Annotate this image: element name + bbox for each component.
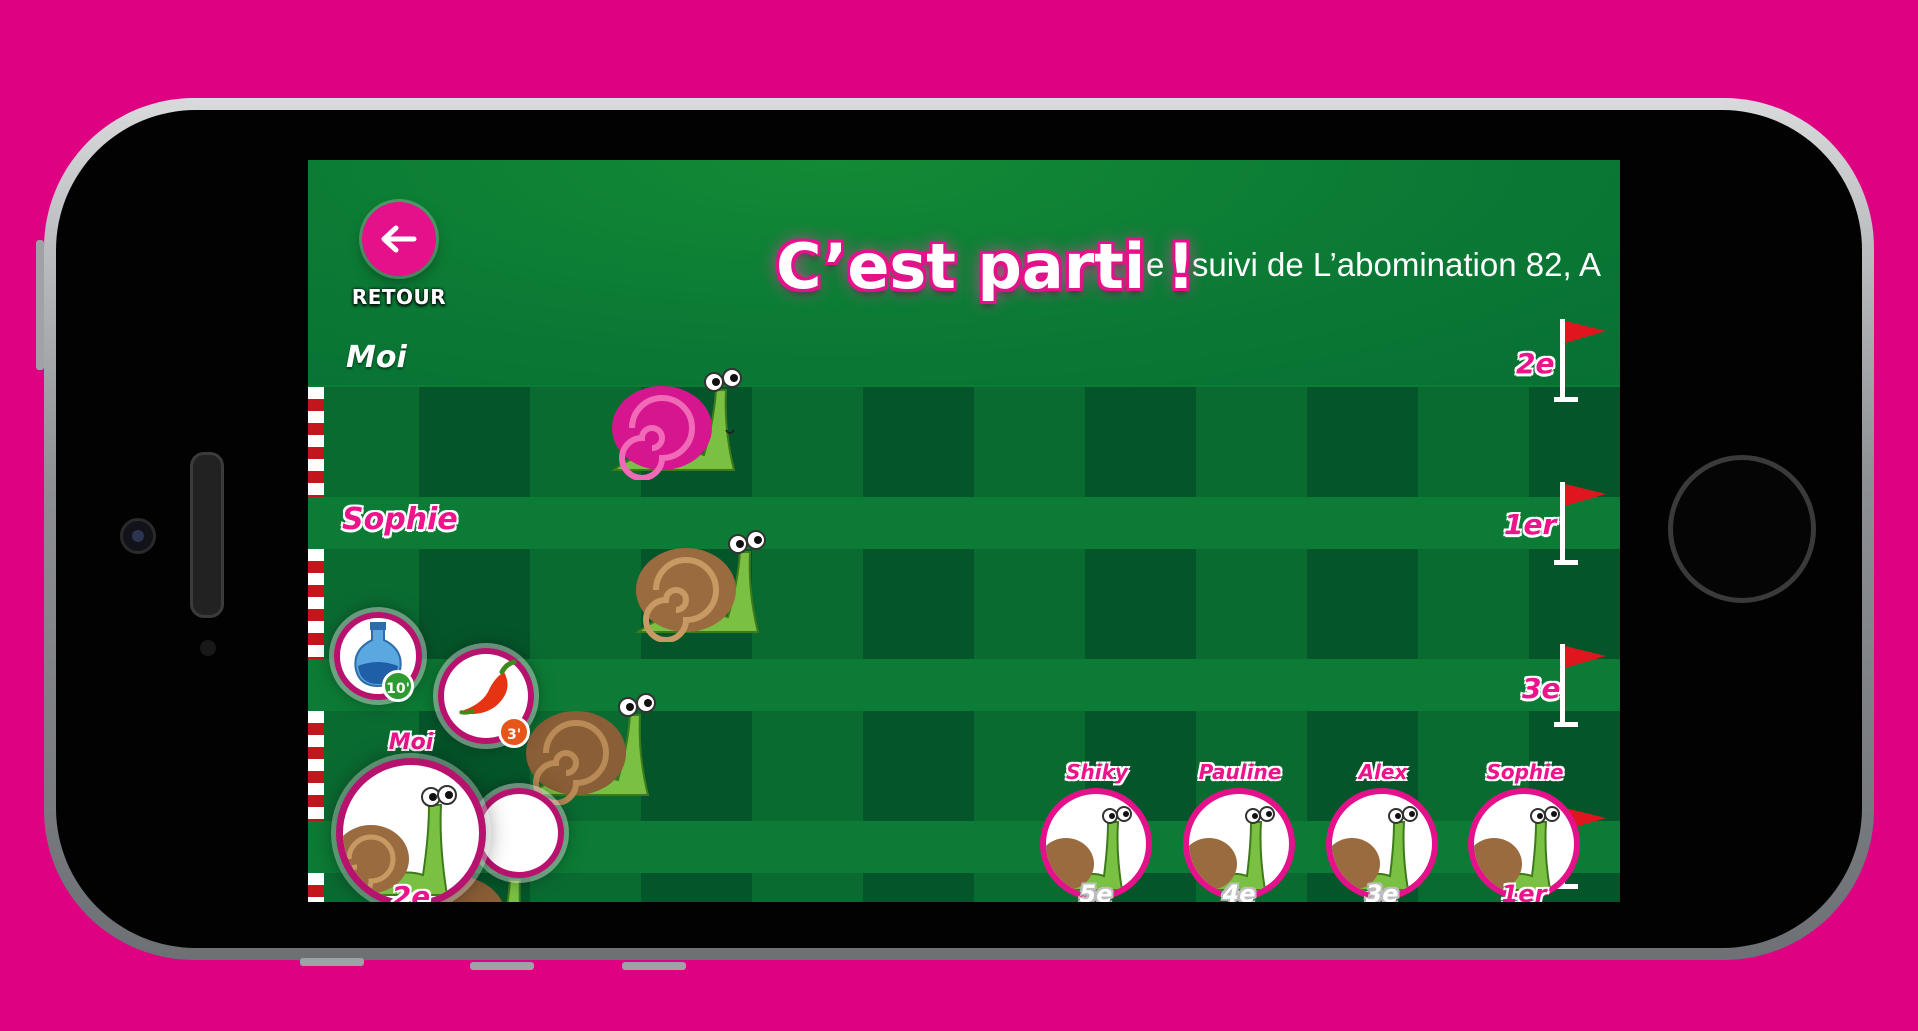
player-name: Shiky [1066, 760, 1128, 784]
volume-up-button [300, 958, 364, 966]
lane-rank: 1er [1504, 508, 1557, 541]
back-button[interactable] [362, 202, 436, 276]
race-lane-2 [308, 549, 1620, 659]
powerup-timer-badge: 3' [498, 716, 530, 748]
player-name: Sophie [1486, 760, 1564, 784]
player-card-pauline: Pauline 4e [1183, 760, 1297, 902]
snail-pink-icon [610, 368, 742, 480]
player-rank: 3e [1365, 880, 1399, 902]
lane-rank: 2e [1516, 347, 1555, 380]
snail-avatar-icon [1332, 806, 1418, 891]
start-line [308, 711, 324, 821]
back-label[interactable]: RETOUR [344, 285, 454, 309]
page-title: C’est parti ! [776, 230, 1196, 303]
volume-down-button [470, 962, 534, 970]
player-name: Moi [388, 730, 434, 755]
lane-label-strip-2 [308, 497, 1620, 549]
player-name: Pauline [1198, 760, 1282, 784]
self-player-card: Moi 2e [336, 730, 486, 902]
player-rank: 1er [1501, 880, 1547, 902]
snail-avatar-icon [1046, 806, 1132, 891]
lane-name: Moi [346, 340, 407, 375]
race-lane-1 [308, 387, 1620, 497]
snail-brown-icon [524, 693, 656, 805]
proximity-sensor [200, 640, 216, 656]
player-card-sophie: Sophie 1er [1468, 760, 1582, 902]
powerup-timer-badge: 10' [382, 670, 414, 702]
player-rank: 5e [1079, 880, 1113, 902]
start-line [308, 387, 324, 497]
powerup-empty-slot[interactable] [474, 788, 564, 878]
home-button[interactable] [1668, 455, 1816, 603]
finish-flag-icon [1554, 482, 1606, 565]
player-rank: 2e [391, 880, 431, 902]
lane-name: Sophie [342, 502, 458, 537]
player-card-shiky: Shiky 5e [1040, 760, 1154, 902]
finish-flag-icon [1554, 644, 1606, 727]
power-button [36, 240, 44, 370]
finish-flag-icon [1554, 319, 1606, 402]
arrow-left-icon [381, 225, 417, 253]
start-line [308, 873, 324, 902]
player-name: Alex [1358, 760, 1408, 784]
snail-brown-icon [634, 530, 766, 642]
earpiece-speaker [190, 452, 224, 618]
start-line [308, 549, 324, 659]
snail-avatar-icon [1474, 806, 1560, 891]
player-rank: 4e [1222, 880, 1256, 902]
news-ticker: e , suivi de L’abomination 82, A [1146, 246, 1601, 283]
player-card-alex: Alex 3e [1326, 760, 1440, 902]
game-screen: RETOUR e , suivi de L’abomination 82, A … [308, 160, 1620, 902]
mute-switch [622, 962, 686, 970]
snail-avatar-icon [1189, 806, 1275, 891]
front-camera [120, 518, 156, 554]
